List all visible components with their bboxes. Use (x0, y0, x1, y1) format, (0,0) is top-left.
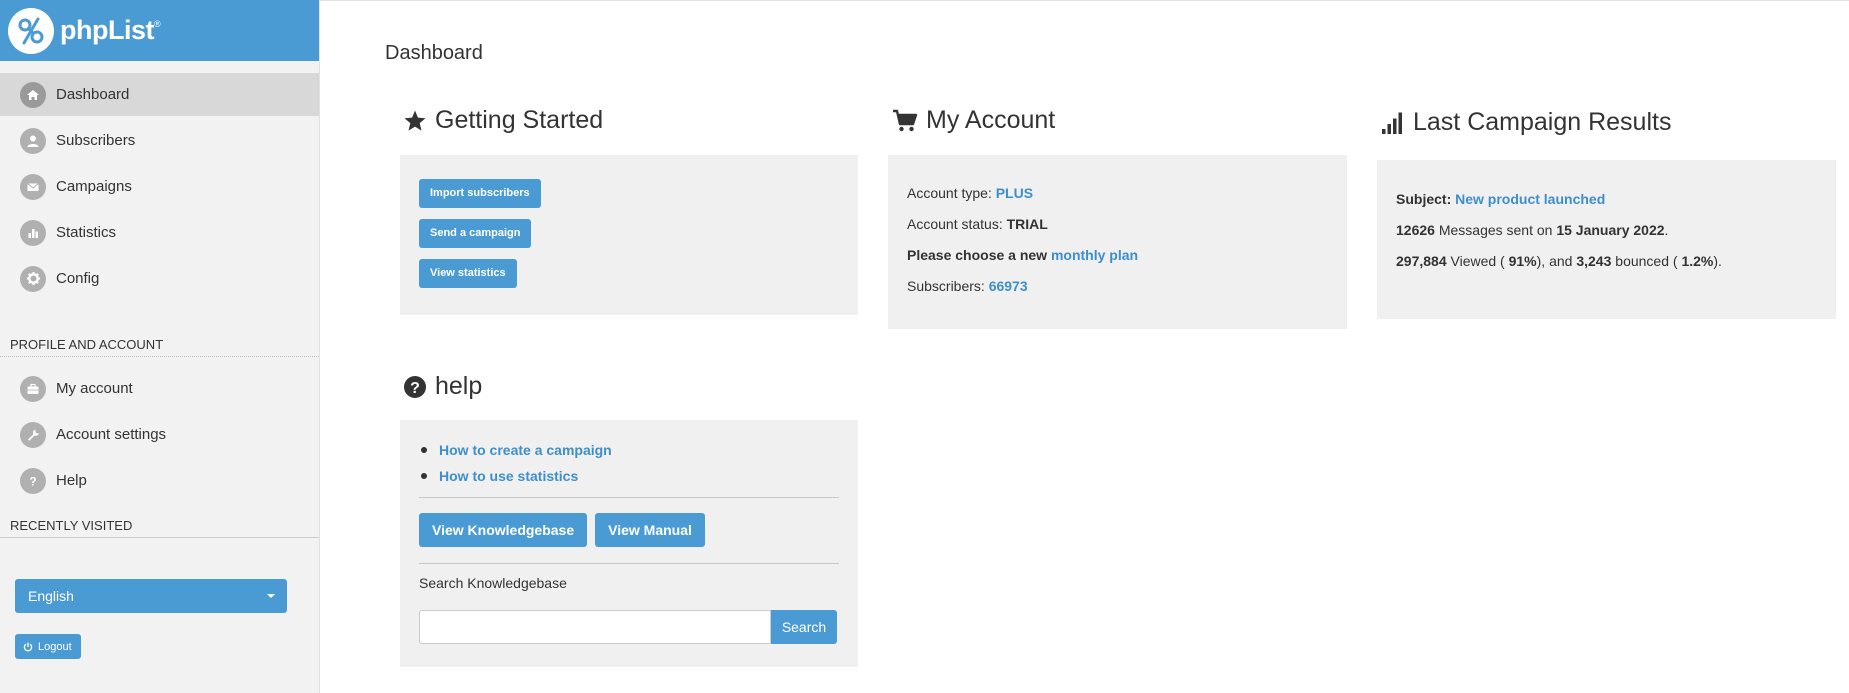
signal-bars-icon (1382, 112, 1402, 134)
divider (419, 563, 839, 564)
profile-nav: My account Account settings ? Help (0, 367, 319, 502)
knowledgebase-search-input[interactable] (419, 610, 771, 644)
divider (419, 497, 839, 498)
my-account-panel: Account type: PLUS Account status: TRIAL… (888, 155, 1347, 329)
statistics-help-link[interactable]: How to use statistics (439, 463, 578, 489)
last-campaign-heading: Last Campaign Results (1381, 108, 1671, 137)
plan-prompt-line: Please choose a new monthly plan (907, 247, 1139, 263)
page-title: Dashboard (385, 42, 483, 64)
sidebar-item-label: Account settings (56, 426, 167, 443)
last-campaign-panel: Subject: New product launched 12626 Mess… (1377, 160, 1836, 319)
help-panel: How to create a campaign How to use stat… (400, 420, 858, 667)
account-status-value: TRIAL (1006, 216, 1048, 232)
account-status-line: Account status: TRIAL (907, 216, 1048, 232)
help-heading: ? help (403, 372, 482, 401)
logo-bar[interactable]: phpList® (0, 0, 319, 61)
wrench-icon (20, 421, 46, 448)
svg-text:?: ? (29, 474, 36, 488)
logout-label: Logout (38, 640, 72, 653)
phplist-logo-icon (8, 7, 54, 54)
sidebar-item-statistics[interactable]: Statistics (0, 211, 319, 254)
sidebar-item-label: Help (56, 472, 87, 489)
help-link-list: How to create a campaign How to use stat… (421, 437, 612, 489)
main-nav: Dashboard Subscribers Campaigns Statisti… (0, 73, 319, 300)
sidebar: phpList® Dashboard Subscribers Campaigns… (0, 0, 320, 693)
chevron-down-icon (267, 594, 275, 598)
create-campaign-help-link[interactable]: How to create a campaign (439, 437, 612, 463)
logout-button[interactable]: Logout (15, 634, 81, 659)
view-manual-button[interactable]: View Manual (595, 513, 705, 547)
getting-started-heading: Getting Started (403, 106, 603, 135)
monthly-plan-link[interactable]: monthly plan (1051, 247, 1138, 263)
sidebar-item-account-settings[interactable]: Account settings (0, 413, 319, 456)
svg-text:?: ? (410, 380, 420, 397)
view-knowledgebase-button[interactable]: View Knowledgebase (419, 513, 588, 547)
bar-chart-icon (20, 219, 46, 246)
cart-icon (893, 109, 918, 131)
user-icon (20, 127, 46, 154)
campaign-results-line: 297,884 Viewed ( 91%), and 3,243 bounced… (1396, 253, 1722, 269)
sidebar-item-label: Dashboard (56, 86, 130, 103)
home-icon (20, 81, 46, 108)
sidebar-item-config[interactable]: Config (0, 257, 319, 300)
subscribers-count-link[interactable]: 66973 (989, 278, 1028, 294)
question-circle-icon: ? (404, 375, 426, 398)
sidebar-item-label: Campaigns (56, 178, 132, 195)
campaign-sent-line: 12626 Messages sent on 15 January 2022. (1396, 222, 1669, 238)
account-type-link[interactable]: PLUS (996, 185, 1033, 201)
profile-section-heading: PROFILE AND ACCOUNT (0, 337, 319, 357)
sidebar-item-dashboard[interactable]: Dashboard (0, 73, 319, 116)
sidebar-item-label: Config (56, 270, 100, 287)
account-type-line: Account type: PLUS (907, 185, 1034, 201)
import-subscribers-button[interactable]: Import subscribers (419, 179, 541, 208)
star-icon (404, 110, 426, 131)
language-select-value: English (28, 588, 74, 604)
top-border (320, 0, 1849, 1)
view-statistics-button[interactable]: View statistics (419, 259, 517, 288)
recently-visited-heading: RECENTLY VISITED (0, 518, 319, 538)
send-campaign-button[interactable]: Send a campaign (419, 219, 532, 248)
subscribers-count-line: Subscribers: 66973 (907, 278, 1028, 294)
list-item: How to create a campaign (421, 437, 612, 463)
logo-text: phpList® (60, 15, 161, 45)
sidebar-item-subscribers[interactable]: Subscribers (0, 119, 319, 162)
campaign-subject-link[interactable]: New product launched (1455, 191, 1605, 207)
briefcase-icon (20, 375, 46, 402)
campaign-subject-line: Subject: New product launched (1396, 191, 1606, 207)
envelope-icon (20, 173, 46, 200)
search-knowledgebase-label: Search Knowledgebase (419, 575, 567, 591)
sidebar-item-help[interactable]: ? Help (0, 459, 319, 502)
power-icon (23, 642, 33, 651)
language-select[interactable]: English (15, 579, 287, 613)
sidebar-item-my-account[interactable]: My account (0, 367, 319, 410)
gear-icon (20, 265, 46, 292)
search-button[interactable]: Search (771, 610, 837, 644)
sidebar-item-label: Statistics (56, 224, 117, 241)
sidebar-item-label: Subscribers (56, 132, 136, 149)
getting-started-panel: Import subscribers Send a campaign View … (400, 155, 858, 315)
my-account-heading: My Account (892, 106, 1055, 135)
sidebar-item-label: My account (56, 380, 133, 397)
sidebar-item-campaigns[interactable]: Campaigns (0, 165, 319, 208)
list-item: How to use statistics (421, 463, 612, 489)
question-icon: ? (20, 467, 46, 494)
